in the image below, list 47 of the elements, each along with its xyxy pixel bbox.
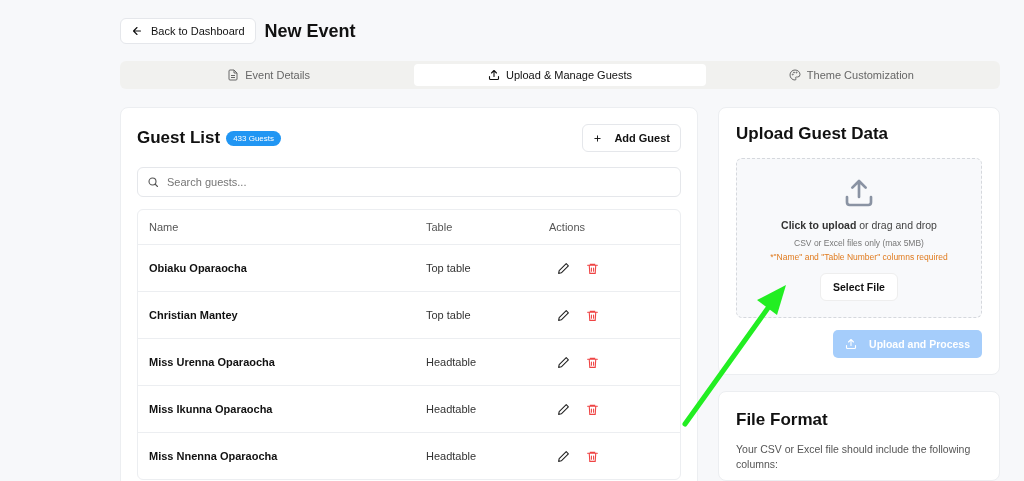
tab[interactable]: Theme Customization: [705, 64, 997, 86]
page-title: New Event: [264, 20, 356, 42]
edit-icon[interactable]: [557, 308, 570, 322]
guest-count-badge: 433 Guests: [226, 130, 282, 146]
delete-icon[interactable]: [586, 308, 599, 322]
upload-icon: [845, 338, 858, 350]
delete-icon[interactable]: [586, 355, 599, 369]
guest-name: Obiaku Oparaocha: [149, 262, 248, 274]
edit-icon[interactable]: [557, 402, 570, 416]
upload-prompt: Click to upload or drag and drop: [781, 219, 937, 231]
edit-icon[interactable]: [557, 449, 570, 463]
column-header: Name: [149, 221, 180, 233]
upload-icon: [488, 69, 500, 81]
palette-icon: [788, 69, 801, 81]
table-name: Top table: [426, 309, 472, 321]
document-icon: [227, 69, 240, 81]
file-format-title: File Format: [736, 410, 829, 430]
select-file-button[interactable]: Select File: [820, 273, 898, 301]
guest-name: Miss Urenna Oparaocha: [149, 356, 276, 368]
table-name: Headtable: [426, 356, 478, 368]
required-columns-note: *"Name" and "Table Number" columns required: [770, 252, 948, 262]
arrow-left-icon: [131, 25, 143, 37]
plus-icon: [593, 133, 603, 143]
guest-name: Christian Mantey: [149, 309, 239, 321]
tab[interactable]: Event Details: [123, 64, 415, 86]
back-button[interactable]: Back to Dashboard: [120, 18, 256, 44]
column-header: Actions: [549, 221, 587, 233]
guest-list-title: Guest List: [137, 128, 221, 148]
table-name: Headtable: [426, 450, 478, 462]
file-format-description: Your CSV or Excel file should include the following columns:: [736, 442, 972, 473]
drop-zone[interactable]: Click to upload or drag and drop CSV or Excel files only (max 5MB) *"Name" and "Table Number" columns required Select File: [736, 158, 982, 318]
column-header: Table: [426, 221, 454, 233]
file-type-hint: CSV or Excel files only (max 5MB): [794, 238, 924, 248]
search-field[interactable]: Search guests...: [137, 167, 681, 197]
table-name: Top table: [426, 262, 472, 274]
table-name: Headtable: [426, 403, 478, 415]
edit-icon[interactable]: [557, 355, 570, 369]
upload-title: Upload Guest Data: [736, 124, 890, 144]
delete-icon[interactable]: [586, 449, 599, 463]
delete-icon[interactable]: [586, 261, 599, 275]
add-guest-button[interactable]: Add Guest: [582, 124, 681, 152]
guest-name: Miss Nnenna Oparaocha: [149, 450, 279, 462]
delete-icon[interactable]: [586, 402, 599, 416]
edit-icon[interactable]: [557, 261, 570, 275]
guest-name: Miss Ikunna Oparaocha: [149, 403, 274, 415]
upload-icon: [843, 177, 875, 209]
tab[interactable]: Upload & Manage Guests: [414, 64, 706, 86]
